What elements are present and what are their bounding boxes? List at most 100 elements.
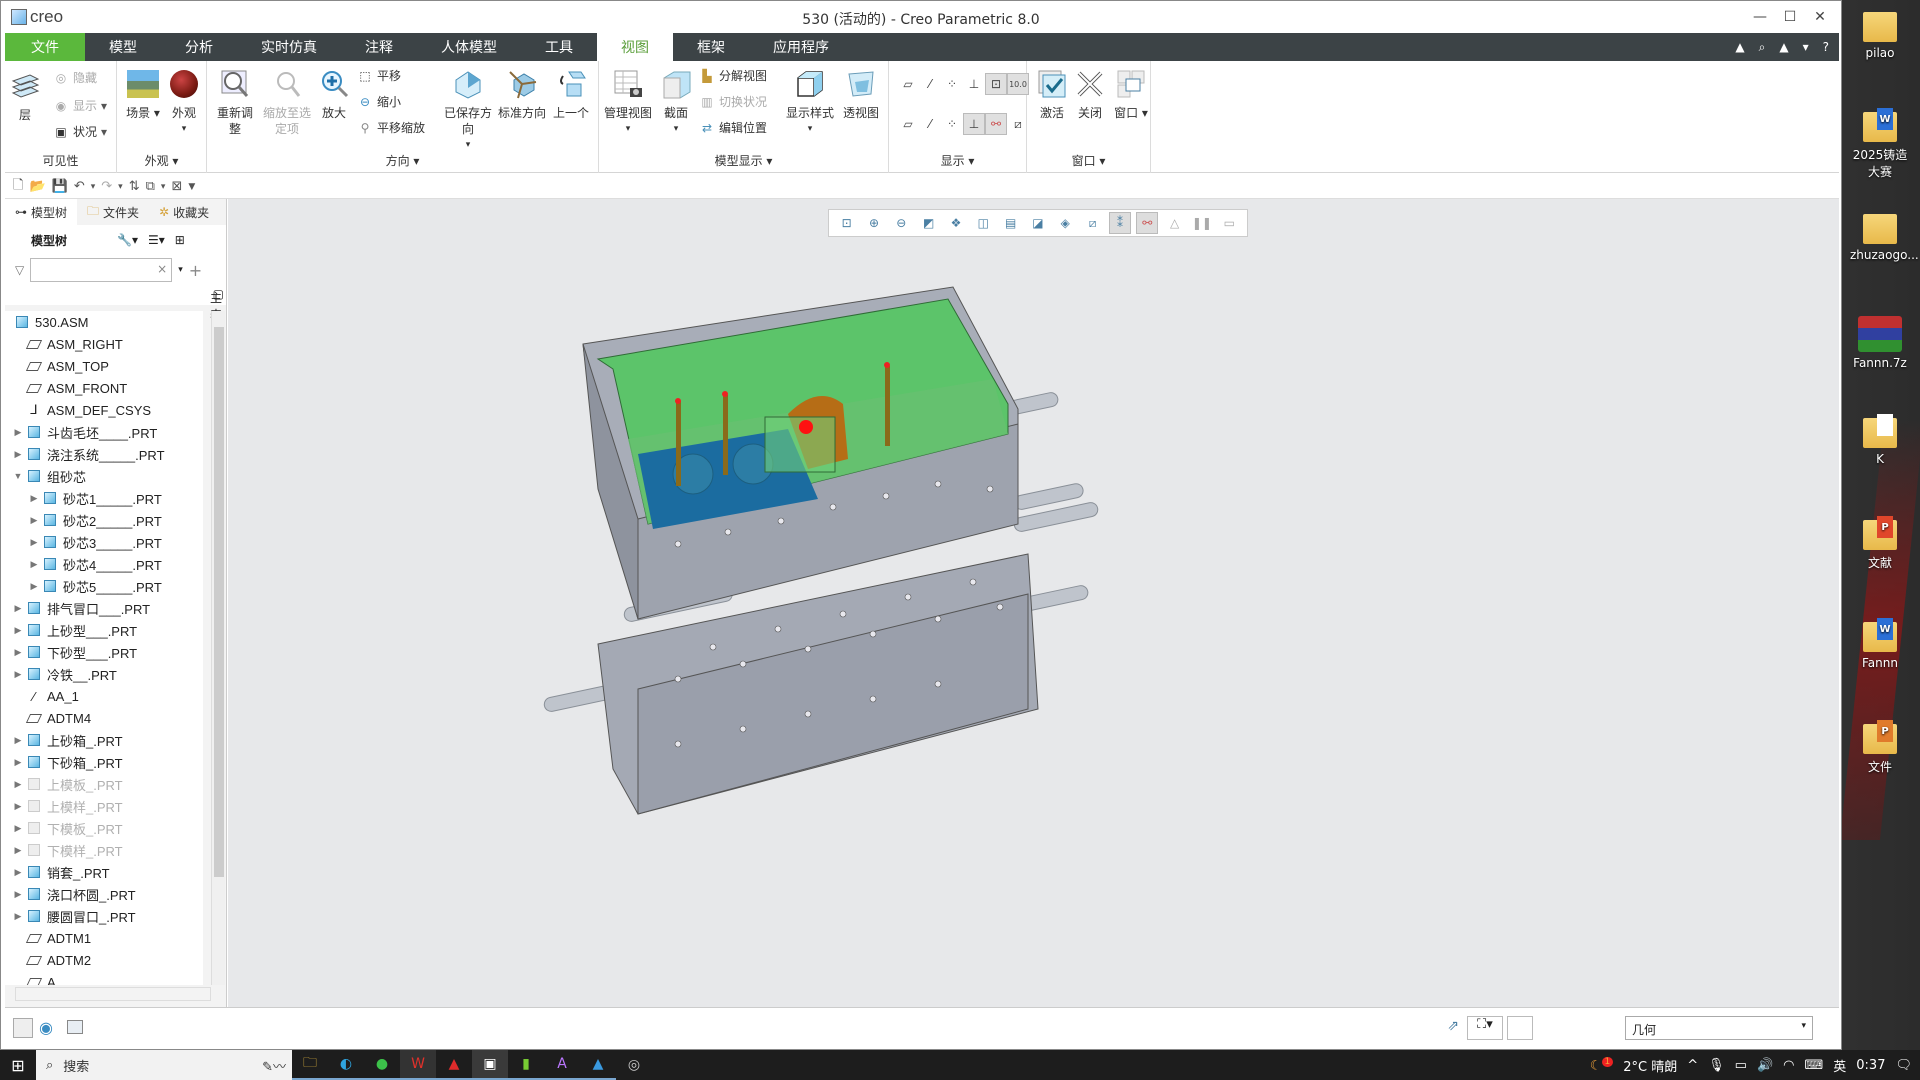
tree-item[interactable]: ⅃ ASM_DEF_CSYS xyxy=(5,399,203,421)
group-label-orientation[interactable]: 方向 ▾ xyxy=(207,152,598,169)
clock[interactable]: 0:37 xyxy=(1856,1058,1885,1073)
perspective-button[interactable]: 透视图 xyxy=(839,67,883,121)
expand-arrow-icon[interactable]: ▶ xyxy=(27,537,41,548)
expand-arrow-icon[interactable]: ▶ xyxy=(11,647,25,658)
axis-display-icon[interactable]: ⁄ xyxy=(919,73,941,95)
section-display-icon[interactable]: ⧄ xyxy=(1007,113,1029,135)
tree-item[interactable]: ASM_TOP xyxy=(5,355,203,377)
tree-item[interactable]: ▶ 砂芯3_____.PRT xyxy=(5,531,203,553)
csys-display-icon[interactable]: ⊥ xyxy=(963,73,985,95)
annotation-display-icon[interactable]: ⊡ xyxy=(985,73,1007,95)
windows-switch-icon[interactable]: ⧉ xyxy=(146,179,155,194)
tree-item[interactable]: ▶ 下模样_.PRT xyxy=(5,839,203,861)
tree-item[interactable]: ADTM2 xyxy=(5,949,203,971)
tree-item[interactable]: A xyxy=(5,971,203,985)
group-label-model-display[interactable]: 模型显示 ▾ xyxy=(599,152,888,169)
tab-manikin[interactable]: 人体模型 xyxy=(417,33,521,61)
save-icon[interactable]: 💾 xyxy=(52,179,68,194)
axis-tag-icon[interactable]: ⁄ xyxy=(919,113,941,135)
tab-model-tree[interactable]: ⊶ 模型树 xyxy=(5,199,78,225)
weather-text[interactable]: 2°C 晴朗 xyxy=(1623,1056,1677,1075)
zoom-in-button[interactable]: 放大 xyxy=(317,67,351,121)
redo-icon[interactable]: ↷ xyxy=(101,179,112,194)
tab-tools[interactable]: 工具 xyxy=(521,33,597,61)
tree-item[interactable]: 530.ASM xyxy=(5,311,203,333)
tree-item[interactable]: ▶ 排气冒口___.PRT xyxy=(5,597,203,619)
show-button[interactable]: ◉ 显示 ▾ xyxy=(53,97,107,114)
tab-favorites[interactable]: ✲ 收藏夹 xyxy=(149,199,219,225)
tree-item[interactable]: ▶ 浇注系统_____.PRT xyxy=(5,443,203,465)
layer-button[interactable]: 层 xyxy=(11,69,40,123)
selection-filter-dropdown[interactable]: 几何 ▾ xyxy=(1625,1016,1813,1040)
help-icon[interactable]: ? xyxy=(1823,40,1829,54)
dropdown-icon[interactable]: ▾ xyxy=(1803,40,1809,54)
tab-applications[interactable]: 应用程序 xyxy=(749,33,853,61)
microphone-icon[interactable]: 🎙 xyxy=(1708,1058,1725,1073)
pan-zoom-button[interactable]: ⚲ 平移缩放 xyxy=(357,119,425,136)
tab-file[interactable]: 文件 xyxy=(5,33,85,61)
tree-item[interactable]: ▶ 销套_.PRT xyxy=(5,861,203,883)
minimize-button[interactable]: — xyxy=(1745,5,1775,29)
group-label-appearance[interactable]: 外观 ▾ xyxy=(117,152,206,169)
undo-icon[interactable]: ↶ xyxy=(74,179,85,194)
manage-views-button[interactable]: 管理视图 ▾ xyxy=(603,67,653,137)
expand-arrow-icon[interactable]: ▶ xyxy=(27,581,41,592)
close-window-button[interactable]: 关闭 xyxy=(1073,67,1107,121)
weather-icon[interactable]: ☾ 1 xyxy=(1590,1056,1614,1073)
point-tag-icon[interactable]: ⁘ xyxy=(941,113,963,135)
refit-button[interactable]: 重新调整 xyxy=(215,67,255,137)
scene-button[interactable]: 场景 ▾ xyxy=(125,67,161,121)
settings-tools-icon[interactable]: 🔧▾ xyxy=(117,233,138,247)
taskbar-app-8[interactable]: A xyxy=(544,1050,580,1080)
tree-item[interactable]: ADTM4 xyxy=(5,707,203,729)
graphics-area[interactable]: ⊡ ⊕ ⊖ ◩ ❖ ◫ ▤ ◪ ◈ ⧄ ⁑ ⚯ △ ❚❚ ▭ xyxy=(228,199,1839,1007)
clear-icon[interactable]: × xyxy=(157,262,167,276)
expand-arrow-icon[interactable]: ▶ xyxy=(11,867,25,878)
browser-icon[interactable]: ◉ xyxy=(39,1018,53,1037)
taskbar-app-file-explorer[interactable]: 🗀 xyxy=(292,1050,328,1080)
display-toggle-icon[interactable] xyxy=(1507,1016,1533,1040)
maximize-button[interactable]: ☐ xyxy=(1775,5,1805,29)
collapse-ribbon-icon[interactable]: ▲ xyxy=(1735,40,1744,54)
taskbar-app-wechat[interactable]: ● xyxy=(364,1050,400,1080)
filter-icon[interactable]: ▽ xyxy=(15,263,24,277)
open-icon[interactable]: 📂 xyxy=(29,179,45,194)
expand-arrow-icon[interactable]: ▶ xyxy=(11,669,25,680)
new-icon[interactable]: 🗋 xyxy=(13,176,23,198)
tab-live-simulation[interactable]: 实时仿真 xyxy=(237,33,341,61)
spin-center-icon[interactable]: ⚯ xyxy=(985,113,1007,135)
taskbar-app-obs[interactable]: ◎ xyxy=(616,1050,652,1080)
desktop-icon-archive[interactable]: Fannn.7z xyxy=(1850,316,1910,370)
desktop-icon-folder[interactable]: W Fannn xyxy=(1850,618,1910,670)
volume-icon[interactable]: 🔊 xyxy=(1757,1058,1773,1073)
tree-item[interactable]: ▶ 上模板_.PRT xyxy=(5,773,203,795)
find-binoculars-icon[interactable]: ⛶▾ xyxy=(1467,1016,1503,1040)
taskbar-app-creo[interactable]: ▣ xyxy=(472,1050,508,1080)
expand-arrow-icon[interactable]: ▶ xyxy=(11,603,25,614)
previous-orientation-button[interactable]: 上一个 xyxy=(551,67,591,121)
tree-item[interactable]: ▶ 腰圆冒口_.PRT xyxy=(5,905,203,927)
tab-model[interactable]: 模型 xyxy=(85,33,161,61)
group-label-window[interactable]: 窗口 ▾ xyxy=(1027,152,1150,169)
desktop-icon-folder[interactable]: P 文献 xyxy=(1850,516,1910,571)
desktop-icon-folder[interactable]: P 文件 xyxy=(1850,720,1910,775)
explode-view-button[interactable]: ▙ 分解视图 xyxy=(699,67,767,84)
plane-display-icon[interactable]: ▱ xyxy=(897,73,919,95)
3d-model-flask-assembly[interactable] xyxy=(228,199,1839,1007)
plane-tag-icon[interactable]: ▱ xyxy=(897,113,919,135)
tree-item[interactable]: ▶ 下砂箱_.PRT xyxy=(5,751,203,773)
redo-dropdown-icon[interactable]: ▾ xyxy=(118,182,123,192)
activate-button[interactable]: 激活 xyxy=(1035,67,1069,121)
tree-item[interactable]: ▶ 斗齿毛坯____.PRT xyxy=(5,421,203,443)
add-column-icon[interactable]: + xyxy=(189,261,202,280)
smart-select-icon[interactable]: ⇗ xyxy=(1447,1018,1459,1034)
tree-item[interactable]: ADTM1 xyxy=(5,927,203,949)
expand-arrow-icon[interactable]: ▶ xyxy=(11,889,25,900)
tree-columns-icon[interactable]: ☰▾ xyxy=(148,233,165,247)
customize-qat-icon[interactable]: ▼ xyxy=(188,182,195,192)
desktop-icon-folder[interactable]: W 2025铸造大赛 xyxy=(1850,108,1910,180)
status-button[interactable]: ▣ 状况 ▾ xyxy=(53,123,107,140)
show-hidden-icons[interactable]: ^ xyxy=(1687,1058,1698,1073)
section-button[interactable]: 截面 ▾ xyxy=(659,67,693,137)
battery-icon[interactable]: ▭ xyxy=(1735,1058,1747,1073)
